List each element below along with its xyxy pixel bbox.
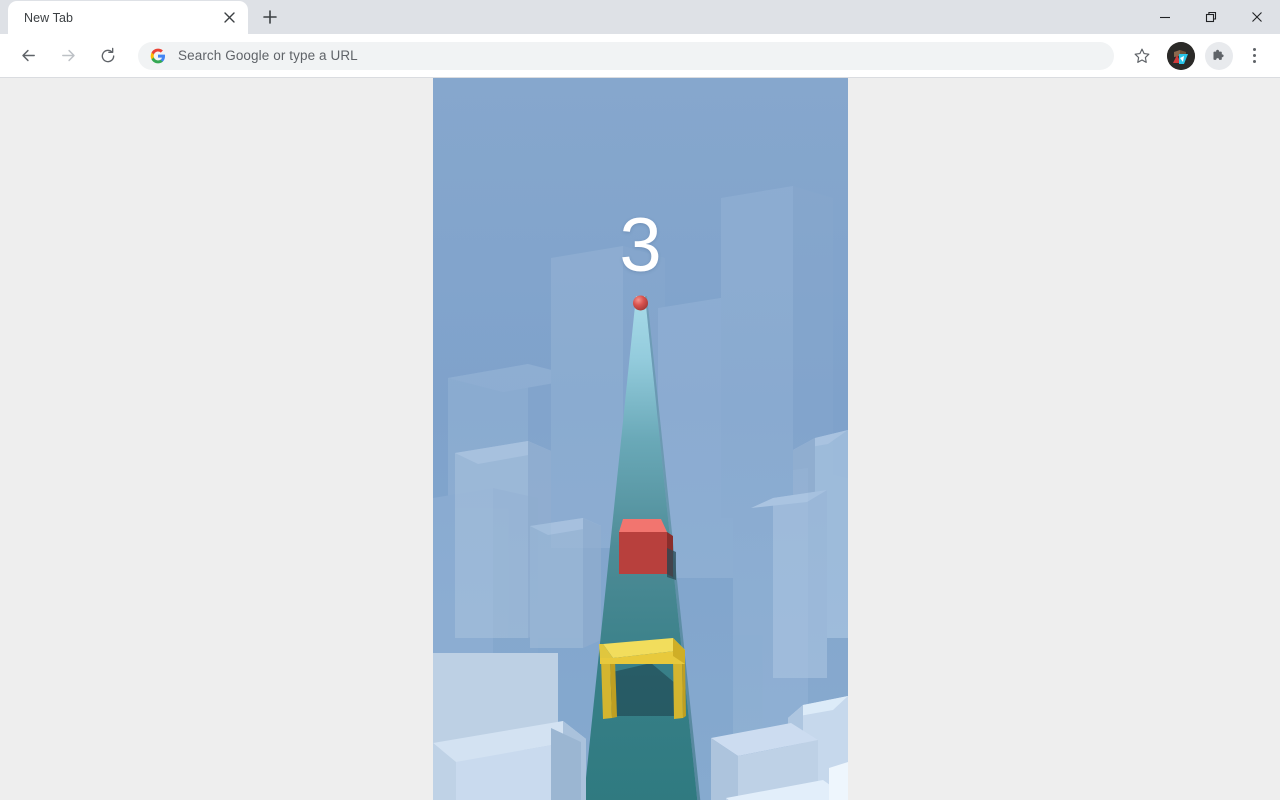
browser-window: New Tab Search Google or type a URL 3: [0, 0, 1280, 800]
countdown-display: 3: [619, 203, 662, 288]
menu-dot: [1252, 48, 1256, 51]
restore-icon[interactable]: [1188, 0, 1234, 34]
browser-toolbar: Search Google or type a URL: [0, 34, 1280, 78]
window-controls: [1142, 0, 1280, 34]
menu-dot: [1252, 54, 1256, 57]
omnibox-placeholder: Search Google or type a URL: [178, 48, 358, 63]
game-canvas[interactable]: 3: [433, 78, 848, 800]
three-dot-menu-icon[interactable]: [1240, 42, 1268, 70]
arrow-right-icon[interactable]: [52, 40, 84, 72]
close-icon[interactable]: [218, 7, 240, 29]
minimize-icon[interactable]: [1142, 0, 1188, 34]
close-icon[interactable]: [1234, 0, 1280, 34]
avatar-icon[interactable]: [1167, 41, 1195, 70]
player-ball: [633, 295, 648, 311]
tab-strip: New Tab: [0, 0, 1280, 34]
menu-dot: [1252, 60, 1256, 63]
star-icon[interactable]: [1126, 40, 1158, 72]
arrow-left-icon[interactable]: [12, 40, 44, 72]
reload-icon[interactable]: [92, 40, 124, 72]
tab-title: New Tab: [24, 10, 74, 25]
search-input[interactable]: Search Google or type a URL: [138, 41, 1114, 70]
google-g-icon: [150, 48, 166, 64]
plus-icon[interactable]: [256, 3, 284, 31]
puzzle-icon[interactable]: [1205, 41, 1233, 70]
page-content: 3: [0, 78, 1280, 800]
tab-new-tab[interactable]: New Tab: [8, 1, 248, 34]
